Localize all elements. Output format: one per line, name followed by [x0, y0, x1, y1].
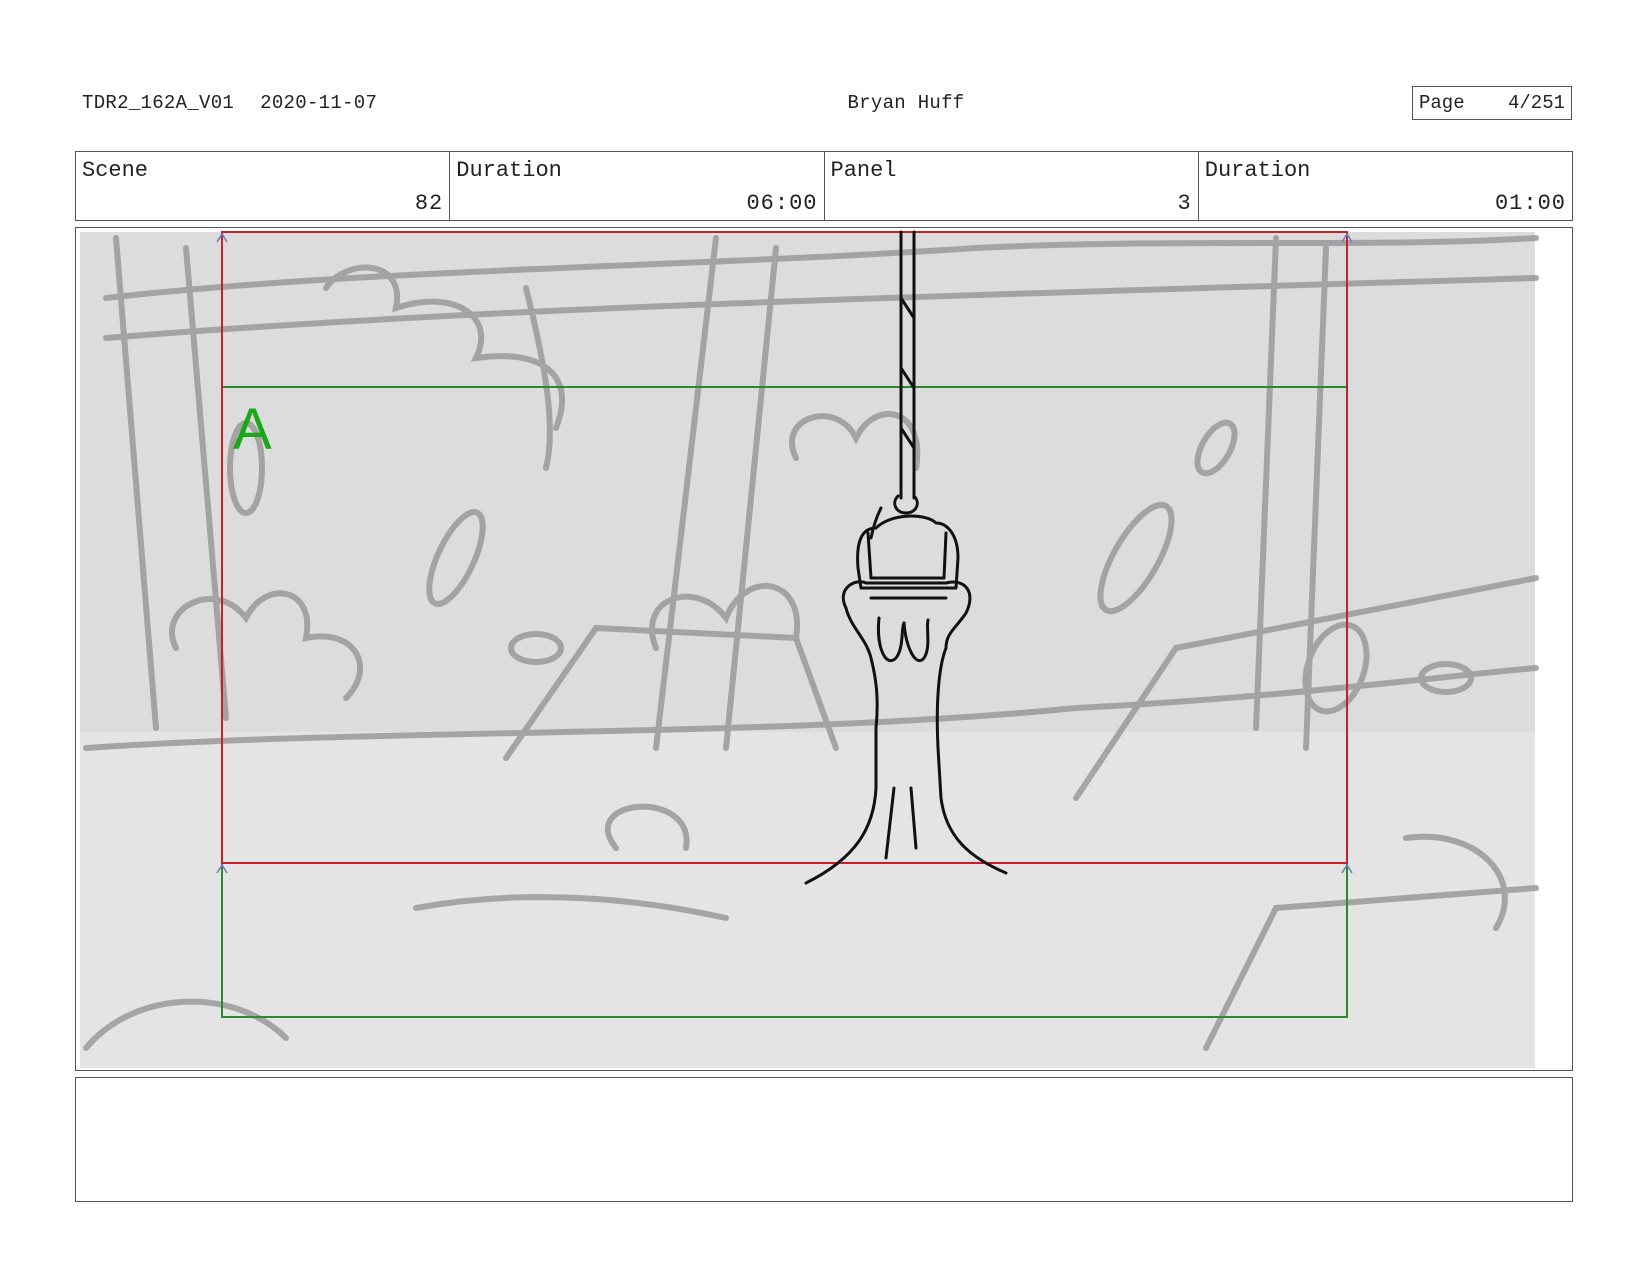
scene-cell: Scene 82	[76, 152, 451, 220]
panel-duration-cell: Duration 01:00	[1199, 152, 1572, 220]
page-number: 4/251	[1507, 92, 1565, 114]
panel-duration-label: Duration	[1204, 158, 1311, 183]
storyboard-panel: A	[75, 227, 1573, 1071]
scene-duration-label: Duration	[456, 158, 562, 183]
panel-label: Panel	[830, 158, 897, 183]
scene-duration-cell: Duration 06:00	[450, 152, 825, 220]
field-marker: A	[233, 397, 272, 462]
panel-cell: Panel 3	[825, 152, 1199, 220]
panel-duration-value: 01:00	[1494, 191, 1566, 216]
page-indicator: Page 4/251	[1412, 86, 1572, 120]
scene-duration-value: 06:00	[746, 191, 818, 216]
panel-notes	[75, 1077, 1573, 1202]
panel-info-table: Scene 82 Duration 06:00 Panel 3 Duration…	[75, 151, 1573, 221]
panel-drawing	[80, 230, 1539, 1068]
artist-name: Bryan Huff	[847, 92, 965, 114]
scene-value: 82	[414, 191, 444, 216]
scene-label: Scene	[82, 158, 149, 183]
panel-value: 3	[1177, 191, 1192, 216]
page-label: Page	[1419, 92, 1465, 114]
